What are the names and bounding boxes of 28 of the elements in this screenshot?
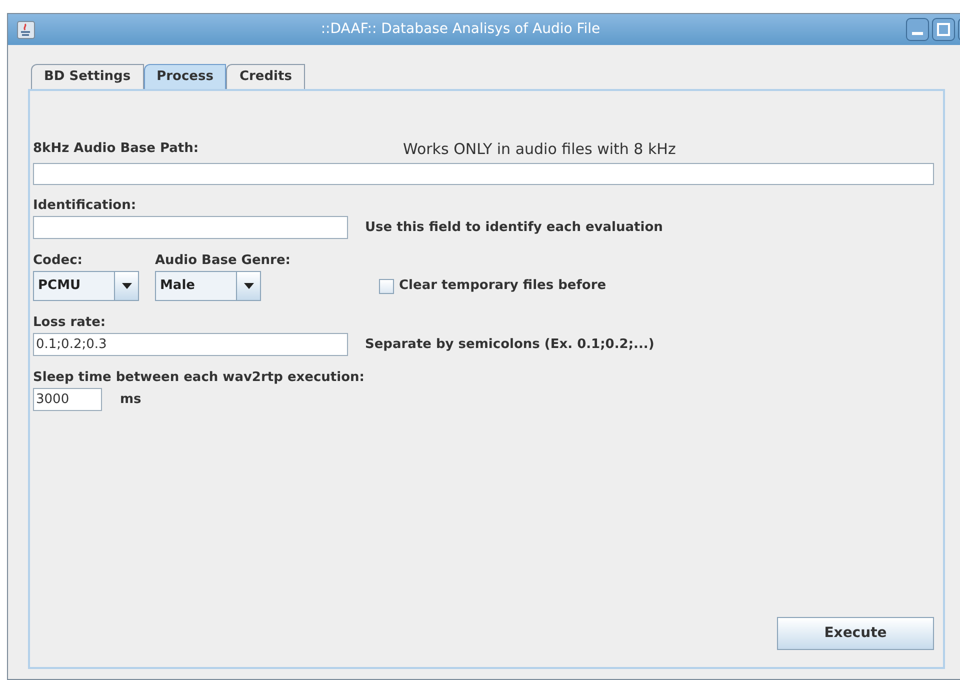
field-label: Codec: [33, 252, 84, 269]
dropdown-arrow-icon [244, 283, 254, 289]
field-label: 8kHz Audio Base Path: [33, 140, 200, 158]
tab[interactable]: BD Settings [31, 64, 144, 89]
tab[interactable]: Credits [226, 64, 305, 89]
dropdown-arrow-icon [122, 283, 132, 289]
minimize-icon[interactable] [906, 18, 929, 41]
codec-dropdown[interactable]: PCMU [33, 271, 139, 301]
execute-button[interactable]: Execute [777, 617, 934, 650]
unit-text: ms [120, 390, 142, 409]
sleep-time-field[interactable]: 3000 [33, 388, 102, 411]
field-label: Audio Base Genre: [155, 252, 290, 269]
checkbox-label: Clear temporary files before [399, 277, 606, 296]
path-field[interactable] [33, 163, 934, 185]
loss-rate-field[interactable]: 0.1;0.2;0.3 [33, 333, 348, 356]
app-icon [17, 20, 35, 38]
hint-text: Separate by semicolons (Ex. 0.1;0.2;...) [365, 336, 654, 354]
field-label: Loss rate: [33, 314, 107, 331]
hint-text: Use this field to identify each evaluation [365, 218, 663, 237]
maximize-icon[interactable] [932, 18, 955, 41]
checkbox[interactable] [379, 278, 394, 294]
identification-field[interactable] [33, 216, 348, 239]
note-text: Works ONLY in audio files with 8 kHz [403, 138, 676, 160]
window-title: ::DAAF:: Database Analisys of Audio File [320, 20, 602, 39]
genre-dropdown[interactable]: Male [155, 271, 261, 301]
field-label: Identification: [33, 197, 138, 214]
tab[interactable]: Process [144, 64, 226, 89]
field-label: Sleep time between each wav2rtp execution: [33, 369, 366, 386]
